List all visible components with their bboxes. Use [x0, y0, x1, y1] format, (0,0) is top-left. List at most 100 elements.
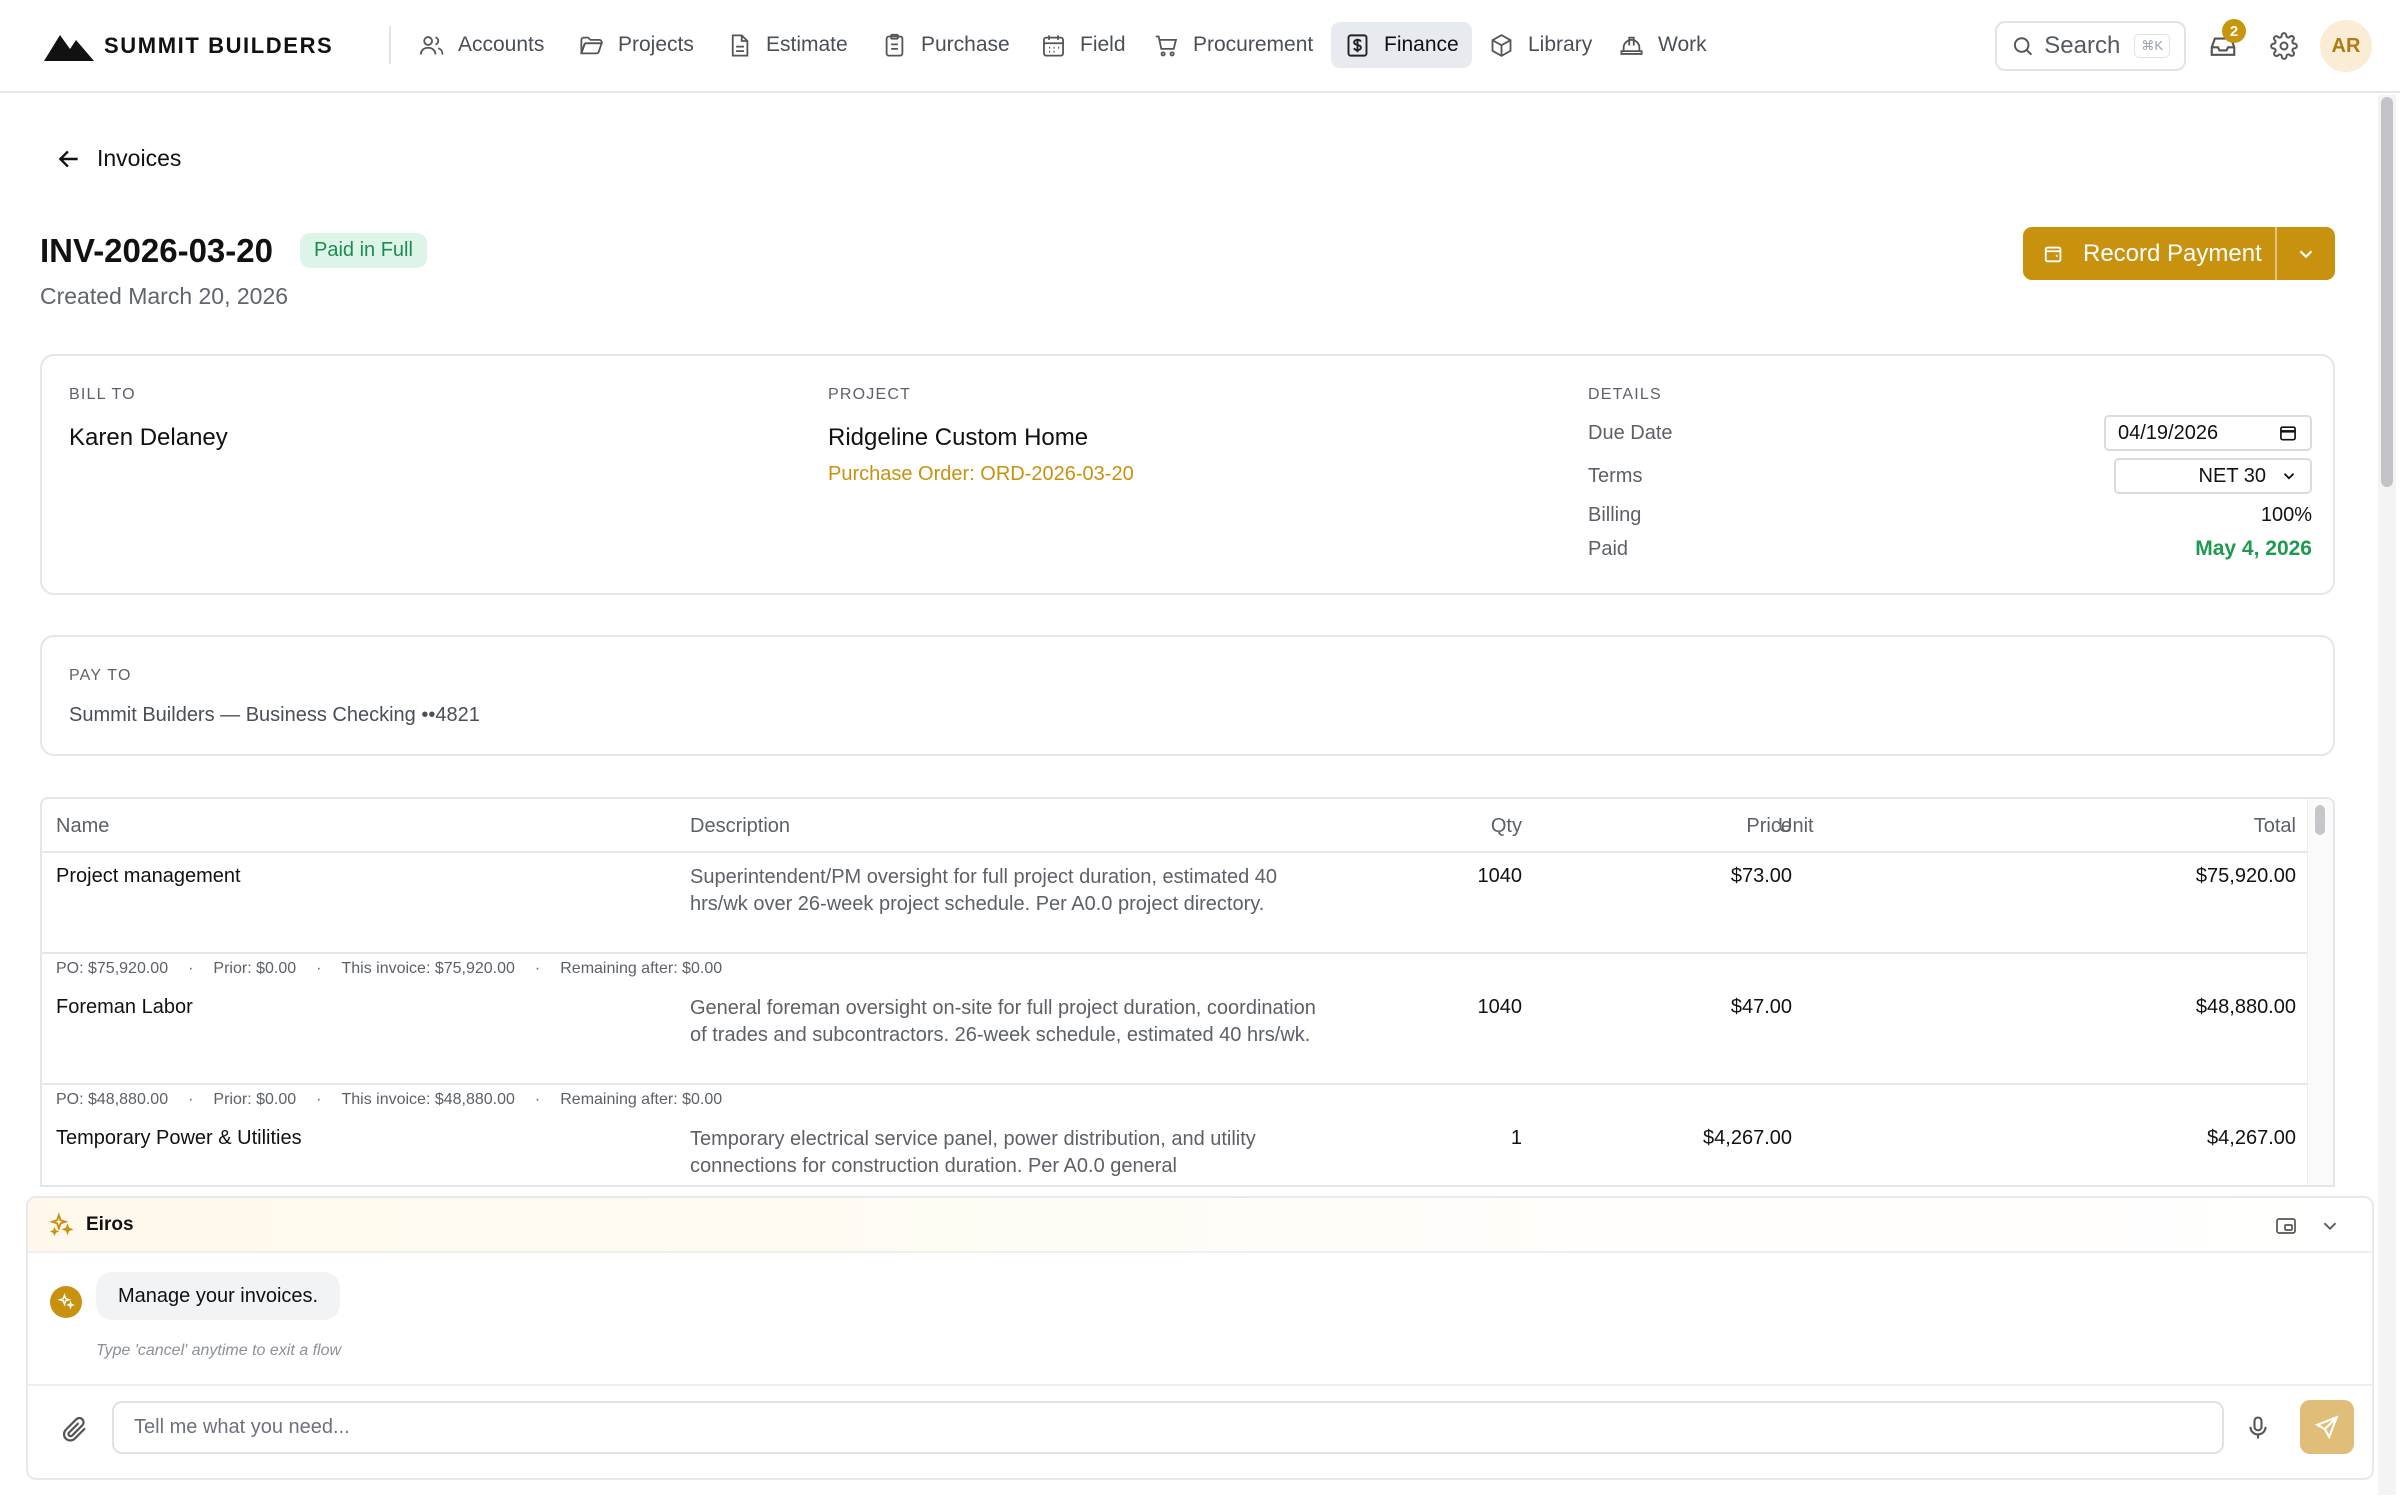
cart-icon	[1155, 35, 1178, 56]
back-label: Invoices	[97, 145, 182, 171]
brand[interactable]: SUMMIT BUILDERS	[44, 26, 333, 66]
record-payment-button[interactable]: Record Payment	[2023, 227, 2275, 280]
nav-item-purchase[interactable]: Purchase	[868, 22, 1023, 68]
assistant-panel: Eiros Manage your invoices. Type 'cancel…	[26, 1196, 2374, 1480]
table-row[interactable]: Foreman Labor General foreman oversight …	[42, 984, 2310, 1115]
invoice-summary-card: BILL TO Karen Delaney PROJECT Ridgeline …	[40, 354, 2335, 595]
back-to-invoices-link[interactable]: Invoices	[56, 145, 181, 172]
nav-label: Finance	[1384, 33, 1459, 56]
top-navigation: SUMMIT BUILDERS Accounts Projects Estima…	[0, 0, 2400, 93]
terms-value: NET 30	[2198, 464, 2266, 487]
column-header-name: Name	[56, 815, 110, 837]
assistant-message: Manage your invoices.	[96, 1272, 341, 1320]
collapse-panel-button[interactable]	[2312, 1208, 2348, 1244]
billing-label: Billing	[1588, 503, 1642, 526]
due-date-input[interactable]: 04/19/2026	[2104, 415, 2312, 451]
chevron-down-icon	[2323, 1222, 2337, 1231]
item-total: $75,920.00	[2195, 865, 2296, 887]
chevron-down-icon	[2299, 249, 2313, 258]
created-date: Created March 20, 2026	[40, 283, 289, 309]
item-description: Superintendent/PM oversight for full pro…	[690, 866, 1277, 915]
nav-item-projects[interactable]: Projects	[565, 22, 707, 68]
calendar-icon	[1043, 34, 1064, 57]
inbox-count-badge: 2	[2222, 19, 2246, 43]
nav-item-procurement[interactable]: Procurement	[1140, 22, 1326, 68]
search-icon	[2013, 37, 2033, 56]
chevron-down-icon	[2283, 473, 2295, 480]
search-button[interactable]: Search ⌘K	[1995, 21, 2186, 71]
nav-item-estimate[interactable]: Estimate	[713, 22, 861, 68]
item-total: $4,267.00	[2207, 1127, 2296, 1149]
box-icon	[1491, 33, 1512, 57]
item-qty: 1040	[1477, 865, 1523, 887]
terms-select[interactable]: NET 30	[2114, 458, 2312, 494]
item-description: Temporary electrical service panel, powe…	[690, 1128, 1256, 1177]
item-qty: 1040	[1477, 996, 1523, 1018]
table-row[interactable]: Project management Superintendent/PM ove…	[42, 853, 2310, 984]
nav-item-library[interactable]: Library	[1475, 22, 1605, 68]
settings-button[interactable]	[2265, 27, 2303, 65]
microphone-icon[interactable]	[2244, 1414, 2272, 1442]
purchase-order-link[interactable]: Purchase Order: ORD-2026-03-20	[828, 463, 1134, 486]
chat-input[interactable]	[112, 1401, 2224, 1454]
users-icon	[419, 35, 444, 55]
item-billing-meta: PO: $75,920.00 · Prior: $0.00 · This invoice…	[56, 960, 723, 977]
popout-button[interactable]	[2268, 1208, 2304, 1244]
dollar-icon	[1347, 33, 1368, 57]
pay-to-card: PAY TO Summit Builders — Business Checki…	[40, 635, 2335, 756]
column-header-unit: Unit	[1778, 815, 1814, 837]
item-total: $48,880.00	[2195, 996, 2296, 1018]
meta-prior: Prior: $0.00	[213, 1091, 297, 1108]
page-scrollbar-thumb[interactable]	[2381, 97, 2393, 487]
folder-icon	[580, 36, 603, 54]
terms-label: Terms	[1588, 464, 1643, 487]
column-header-price: Price	[1746, 815, 1792, 837]
record-payment-split-button: Record Payment	[2023, 227, 2335, 280]
nav-label: Purchase	[921, 33, 1010, 56]
billing-value: 100%	[2260, 503, 2312, 526]
nav-item-accounts[interactable]: Accounts	[405, 22, 557, 68]
nav-label: Field	[1080, 33, 1126, 56]
billing-row: Billing 100%	[1588, 498, 2312, 532]
record-payment-menu-button[interactable]	[2275, 227, 2335, 280]
mountain-logo-icon	[44, 35, 94, 61]
assistant-header[interactable]: Eiros	[28, 1198, 2372, 1253]
column-header-total: Total	[2253, 815, 2296, 837]
chat-divider	[28, 1384, 2372, 1386]
nav-label: Work	[1658, 33, 1707, 56]
meta-remaining: Remaining after: $0.00	[560, 960, 723, 977]
project-name: Ridgeline Custom Home	[828, 424, 1089, 451]
paid-label: Paid	[1588, 537, 1629, 560]
user-avatar[interactable]: AR	[2320, 20, 2372, 72]
table-row[interactable]: Temporary Power & Utilities Temporary el…	[42, 1115, 2310, 1185]
nav-label: Estimate	[766, 33, 848, 56]
pay-to-label: PAY TO	[69, 667, 132, 684]
window-popout-icon	[2276, 1218, 2296, 1234]
item-price: $47.00	[1730, 996, 1792, 1018]
clipboard-icon	[885, 33, 904, 57]
item-name: Foreman Labor	[56, 996, 193, 1018]
paid-row: Paid May 4, 2026	[1588, 532, 2312, 566]
assistant-avatar	[50, 1286, 82, 1318]
arrow-left-icon	[58, 150, 78, 167]
table-scrollbar[interactable]	[2307, 799, 2333, 1185]
terms-row: Terms NET 30	[1588, 458, 2312, 494]
nav-item-finance[interactable]: Finance	[1331, 22, 1472, 68]
item-price: $73.00	[1730, 865, 1792, 887]
sparkles-icon	[49, 1212, 74, 1237]
nav-item-field[interactable]: Field	[1027, 22, 1139, 68]
table-scrollbar-thumb[interactable]	[2315, 805, 2325, 835]
page-scrollbar[interactable]	[2378, 95, 2396, 1495]
nav-item-work[interactable]: Work	[1605, 22, 1720, 68]
item-billing-meta: PO: $48,880.00 · Prior: $0.00 · This invoice…	[56, 1091, 723, 1108]
row-divider	[42, 952, 2310, 954]
nav-divider	[389, 26, 391, 64]
meta-this-invoice: This invoice: $75,920.00	[341, 960, 515, 977]
nav-label: Procurement	[1193, 33, 1314, 56]
paid-date: May 4, 2026	[2195, 537, 2312, 560]
send-button[interactable]	[2300, 1400, 2354, 1454]
project-label: PROJECT	[828, 386, 912, 403]
paperclip-icon[interactable]	[60, 1414, 90, 1444]
assistant-title: Eiros	[86, 1214, 134, 1235]
nav-label: Library	[1528, 33, 1593, 56]
